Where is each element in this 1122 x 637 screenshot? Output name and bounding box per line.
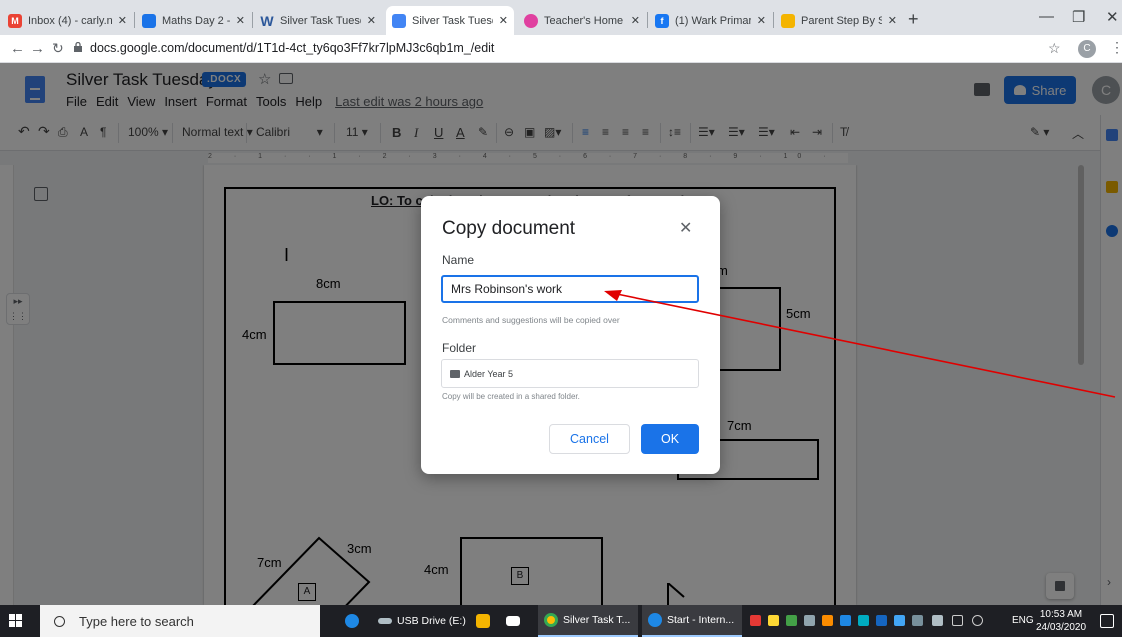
dialog-title: Copy document <box>442 218 576 239</box>
windows-start-icon[interactable] <box>9 614 23 628</box>
tab-teacher[interactable]: Teacher's Home Pa ✕ <box>518 6 646 35</box>
store-icon <box>476 614 490 628</box>
facebook-icon: f <box>655 13 669 28</box>
word-icon: W <box>260 12 274 29</box>
tab-maths[interactable]: Maths Day 2 - Are ✕ <box>136 6 251 35</box>
network-icon[interactable] <box>932 615 943 626</box>
tray-app-icon[interactable] <box>786 615 797 626</box>
folder-value: Alder Year 5 <box>464 368 514 379</box>
tab-title: Maths Day 2 - Are <box>162 14 230 27</box>
gmail-icon: M <box>8 13 22 28</box>
tray-app-icon[interactable] <box>840 615 851 626</box>
internet-explorer-icon <box>648 613 662 627</box>
tab-title: Silver Task Tuesday <box>280 14 361 27</box>
browser-tab-strip: M Inbox (4) - carly.ni ✕ Maths Day 2 - A… <box>0 0 1122 35</box>
teacher-icon <box>524 13 538 28</box>
tray-app-icon[interactable] <box>804 615 815 626</box>
forward-arrow-icon[interactable]: → <box>30 40 45 57</box>
search-placeholder: Type here to search <box>79 613 194 629</box>
close-icon[interactable]: ✕ <box>679 218 692 238</box>
cancel-button[interactable]: Cancel <box>549 424 630 454</box>
tray-app-icon[interactable] <box>912 615 923 626</box>
tab-title: (1) Wark Primary S <box>675 14 751 27</box>
lock-icon <box>74 42 82 52</box>
tab-divider <box>647 12 648 28</box>
taskbar-search-box[interactable]: Type here to search <box>40 605 320 637</box>
tab-title: Silver Task Tuesda <box>412 14 493 27</box>
windows-taskbar: Type here to search USB Drive (E:) Silve… <box>0 605 1122 637</box>
tab-facebook[interactable]: f (1) Wark Primary S ✕ <box>649 6 772 35</box>
wifi-icon[interactable] <box>952 615 963 626</box>
tab-divider <box>134 12 135 28</box>
bookmark-star-icon[interactable]: ☆ <box>1048 40 1061 57</box>
bluetooth-icon[interactable] <box>876 615 887 626</box>
restore-button[interactable]: ❐ <box>1072 8 1085 26</box>
tray-app-icon[interactable] <box>768 615 779 626</box>
edge-icon <box>345 614 359 628</box>
tab-title: Inbox (4) - carly.ni <box>28 14 112 27</box>
input-language[interactable]: ENG <box>1012 615 1034 626</box>
tab-parent[interactable]: Parent Step By Ste ✕ <box>775 6 903 35</box>
close-icon[interactable]: ✕ <box>757 14 766 27</box>
name-hint: Comments and suggestions will be copied … <box>442 315 620 325</box>
tab-divider <box>252 12 253 28</box>
tab-divider <box>773 12 774 28</box>
ie-taskbar-button[interactable]: Start - Intern... <box>642 605 742 637</box>
ok-button[interactable]: OK <box>641 424 699 454</box>
shared-folder-icon <box>450 369 460 378</box>
taskbar-item-label: Start - Intern... <box>667 614 735 626</box>
clock-time: 10:53 AM <box>1039 609 1083 620</box>
tab-title: Parent Step By Ste <box>801 14 882 27</box>
tray-app-icon[interactable] <box>822 615 833 626</box>
close-icon[interactable]: ✕ <box>367 14 376 27</box>
tray-app-icon[interactable] <box>894 615 905 626</box>
folder-picker[interactable]: Alder Year 5 <box>441 359 699 388</box>
tab-silver-word[interactable]: W Silver Task Tuesday ✕ <box>254 6 382 35</box>
close-icon[interactable]: ✕ <box>499 14 508 27</box>
tray-app-icon[interactable] <box>858 615 869 626</box>
action-center-icon[interactable] <box>1100 614 1114 628</box>
tray-app-icon[interactable] <box>750 615 761 626</box>
volume-icon[interactable] <box>972 615 983 626</box>
url-field[interactable]: docs.google.com/document/d/1T1d-4ct_ty6q… <box>90 41 494 55</box>
mail-taskbar-button[interactable] <box>506 605 525 637</box>
close-icon[interactable]: ✕ <box>236 14 245 27</box>
edge-taskbar-button[interactable] <box>345 605 364 637</box>
store-taskbar-button[interactable] <box>476 605 495 637</box>
search-icon <box>54 615 65 627</box>
reload-icon[interactable]: ↻ <box>52 40 64 57</box>
address-bar: ← → ↻ docs.google.com/document/d/1T1d-4c… <box>0 35 1122 63</box>
tab-gmail[interactable]: M Inbox (4) - carly.ni ✕ <box>2 6 133 35</box>
folder-label: Folder <box>442 341 477 355</box>
close-icon[interactable]: ✕ <box>888 14 897 27</box>
chrome-taskbar-button[interactable]: Silver Task T... <box>538 605 638 637</box>
taskbar-item-label: USB Drive (E:) <box>397 615 466 627</box>
slides-icon <box>781 13 795 28</box>
back-arrow-icon[interactable]: ← <box>10 40 25 57</box>
close-icon[interactable]: ✕ <box>118 14 127 27</box>
new-tab-button[interactable]: + <box>908 9 919 30</box>
taskbar-item-label: Silver Task T... <box>563 614 631 626</box>
mail-icon <box>506 616 520 626</box>
usb-drive-icon <box>378 618 392 624</box>
document-name-input[interactable] <box>441 275 699 303</box>
menu-kebab-icon[interactable]: ⋮ <box>1110 39 1122 56</box>
classroom-icon <box>142 13 156 28</box>
chrome-icon <box>544 613 558 627</box>
profile-avatar[interactable]: C <box>1078 40 1096 58</box>
folder-hint: Copy will be created in a shared folder. <box>442 392 580 401</box>
close-window-button[interactable]: ✕ <box>1106 8 1119 26</box>
docs-icon <box>392 13 406 28</box>
taskbar-clock[interactable]: 10:53 AM 24/03/2020 <box>1036 608 1086 634</box>
copy-document-dialog: Copy document ✕ Name Comments and sugges… <box>421 196 720 474</box>
tab-silver-docs[interactable]: Silver Task Tuesda ✕ <box>386 6 514 35</box>
usb-drive-taskbar-button[interactable]: USB Drive (E:) <box>378 605 472 637</box>
minimize-button[interactable]: — <box>1039 8 1054 25</box>
name-label: Name <box>442 253 475 267</box>
clock-date: 24/03/2020 <box>1036 622 1087 633</box>
tab-title: Teacher's Home Pa <box>544 14 625 27</box>
close-icon[interactable]: ✕ <box>631 14 640 27</box>
